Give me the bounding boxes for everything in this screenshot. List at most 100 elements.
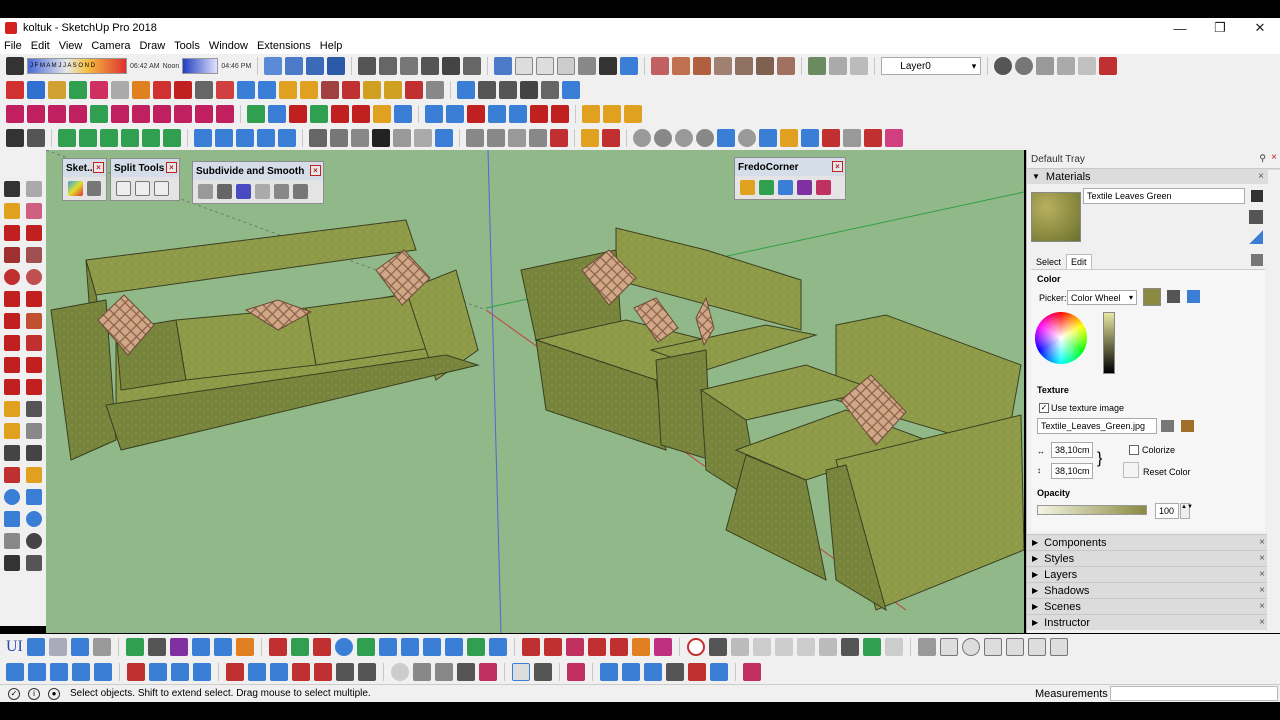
move-gizmo-7-icon[interactable]: [653, 638, 672, 656]
speed-down-icon[interactable]: [862, 638, 881, 656]
offset-tool-icon[interactable]: [26, 379, 42, 395]
instructor-section-header[interactable]: ▶ Instructor ×: [1027, 614, 1267, 630]
curve-10-icon[interactable]: [310, 105, 328, 123]
style-hidden-line-icon[interactable]: [400, 57, 419, 75]
table-2-icon[interactable]: [487, 129, 505, 147]
push-pull-icon[interactable]: [26, 335, 42, 351]
measurements-input[interactable]: [1110, 686, 1278, 701]
sharp-corner-icon[interactable]: [759, 180, 774, 195]
material-preview-swatch[interactable]: [1031, 192, 1081, 242]
align-icon[interactable]: [58, 129, 76, 147]
menu-camera[interactable]: Camera: [91, 40, 130, 52]
mesh-tool-11-icon[interactable]: [666, 663, 684, 681]
warehouse-icon[interactable]: [808, 57, 827, 75]
section-close-icon[interactable]: ×: [1259, 537, 1265, 548]
orbit-icon[interactable]: [285, 57, 304, 75]
select-arrow-icon[interactable]: [6, 129, 24, 147]
floating-close-button[interactable]: ×: [93, 162, 104, 173]
arrow-down-icon[interactable]: [356, 638, 375, 656]
stop-icon[interactable]: [92, 638, 111, 656]
minimize-button[interactable]: —: [1160, 18, 1200, 38]
edit-tool-9-icon[interactable]: [314, 663, 332, 681]
orbit-tool-icon[interactable]: [4, 467, 20, 483]
rotate-tool-icon[interactable]: [4, 357, 20, 373]
pan-tool-icon[interactable]: [26, 467, 42, 483]
loop-3-icon[interactable]: [213, 638, 232, 656]
edit-tool-2-icon[interactable]: [149, 663, 167, 681]
move-tool-icon[interactable]: [4, 335, 20, 351]
sample-paint-icon[interactable]: [1249, 230, 1263, 244]
globe-icon[interactable]: [334, 638, 353, 656]
shape-5-icon[interactable]: [717, 129, 735, 147]
styles-section-header[interactable]: ▶ Styles ×: [1027, 550, 1267, 566]
ruby-tool-5-icon[interactable]: [90, 81, 108, 99]
stamp-icon[interactable]: [714, 57, 733, 75]
pan-icon[interactable]: [264, 57, 283, 75]
texture-width-field[interactable]: 38,10cm: [1051, 442, 1093, 458]
3d-text-icon[interactable]: [26, 445, 42, 461]
position-camera-tool-icon[interactable]: [4, 533, 20, 549]
grid-4-icon[interactable]: [257, 129, 275, 147]
tray-scrollbar[interactable]: [1268, 170, 1280, 630]
zoom-extents-tool-icon[interactable]: [4, 511, 20, 527]
look-around-tool-icon[interactable]: [26, 533, 42, 549]
circle-icon[interactable]: [4, 269, 20, 285]
scale-tool-icon[interactable]: [4, 379, 20, 395]
mesh-tool-9-icon[interactable]: [622, 663, 640, 681]
shadows-section-header[interactable]: ▶ Shadows ×: [1027, 582, 1267, 598]
eraser-brush-icon[interactable]: [602, 129, 620, 147]
play-icon[interactable]: [26, 638, 45, 656]
rotated-rectangle-icon[interactable]: [26, 247, 42, 263]
round-corner-icon[interactable]: [740, 180, 755, 195]
knife-icon[interactable]: [255, 184, 270, 199]
tape-measure-icon[interactable]: [1078, 57, 1097, 75]
distribute-icon[interactable]: [79, 129, 97, 147]
mesh-tool-7-icon[interactable]: [567, 663, 585, 681]
mesh-tool-1-icon[interactable]: [413, 663, 431, 681]
ruby-tool-8-icon[interactable]: [153, 81, 171, 99]
sandbox-from-contours-icon[interactable]: [651, 57, 670, 75]
section-plane-tool-icon[interactable]: [26, 555, 42, 571]
tab-select[interactable]: Select: [1031, 254, 1066, 270]
menu-view[interactable]: View: [59, 40, 83, 52]
shape-2-icon[interactable]: [654, 129, 672, 147]
arrow-up-2-icon[interactable]: [290, 638, 309, 656]
move-gizmo-1-icon[interactable]: [521, 638, 540, 656]
media-pause-icon[interactable]: [752, 638, 771, 656]
ui-label[interactable]: UI: [6, 638, 23, 656]
curve-4-icon[interactable]: [174, 105, 192, 123]
section-close-icon[interactable]: ×: [1258, 171, 1264, 182]
bezier-icon[interactable]: [6, 105, 24, 123]
zoom-icon[interactable]: [306, 57, 325, 75]
zoom-extents-icon[interactable]: [327, 57, 346, 75]
speed-up-icon[interactable]: [840, 638, 859, 656]
iso-view-icon[interactable]: [494, 57, 513, 75]
media-back-icon[interactable]: [774, 638, 793, 656]
menu-extensions[interactable]: Extensions: [257, 40, 311, 52]
section-fill-icon[interactable]: [499, 81, 517, 99]
subdivide-icon[interactable]: [198, 184, 213, 199]
camera-icon[interactable]: [520, 81, 538, 99]
ruby-tool-20-icon[interactable]: [405, 81, 423, 99]
ruby-tool-14-icon[interactable]: [279, 81, 297, 99]
shape-10-icon[interactable]: [822, 129, 840, 147]
left-view-icon[interactable]: [599, 57, 618, 75]
restore-button[interactable]: ❐: [1200, 18, 1240, 38]
bevel-icon[interactable]: [778, 180, 793, 195]
menu-window[interactable]: Window: [209, 40, 248, 52]
shape-9-icon[interactable]: [801, 129, 819, 147]
select-tool-icon[interactable]: [4, 181, 20, 197]
solid-6-icon[interactable]: [414, 129, 432, 147]
reset-color-swatch[interactable]: [1123, 462, 1139, 478]
section-close-icon[interactable]: ×: [1259, 601, 1265, 612]
menu-file[interactable]: File: [4, 40, 22, 52]
tape-measure-tool-icon[interactable]: [4, 401, 20, 417]
table-3-icon[interactable]: [508, 129, 526, 147]
menu-tools[interactable]: Tools: [174, 40, 200, 52]
geo-location-icon[interactable]: ✓: [8, 687, 20, 700]
brush-icon[interactable]: [466, 638, 485, 656]
browse-folder-icon[interactable]: [1161, 420, 1174, 432]
ruby-tool-2-icon[interactable]: [27, 81, 45, 99]
mesh-tool-14-icon[interactable]: [743, 663, 761, 681]
figure-1-icon[interactable]: [378, 638, 397, 656]
